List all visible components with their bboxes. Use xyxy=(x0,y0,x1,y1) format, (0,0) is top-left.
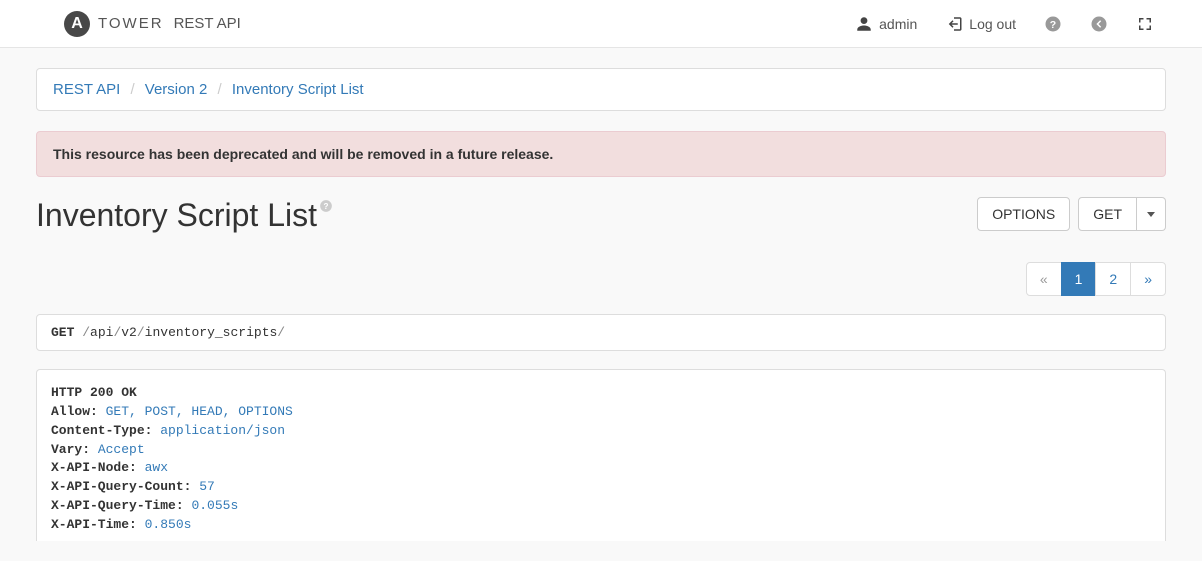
expand-icon xyxy=(1136,15,1154,33)
user-menu[interactable]: admin xyxy=(841,0,931,47)
pagination-next[interactable]: » xyxy=(1130,262,1166,296)
breadcrumb-item-current[interactable]: Inventory Script List xyxy=(232,81,364,98)
breadcrumb-item-version[interactable]: Version 2 xyxy=(145,81,208,98)
pagination-page-1[interactable]: 1 xyxy=(1061,262,1097,296)
options-button[interactable]: OPTIONS xyxy=(977,197,1070,231)
logout-label: Log out xyxy=(969,16,1016,32)
response-header-key: X-API-Query-Time: xyxy=(51,498,191,513)
breadcrumb-sep: / xyxy=(124,81,140,98)
response-header-key: X-API-Time: xyxy=(51,517,145,532)
get-button[interactable]: GET xyxy=(1078,197,1137,231)
response-header-key: X-API-Query-Count: xyxy=(51,479,199,494)
pagination-prev[interactable]: « xyxy=(1026,262,1062,296)
help-icon[interactable]: ? xyxy=(319,199,333,218)
user-icon xyxy=(855,15,873,33)
response-header-value: application/json xyxy=(160,423,285,438)
response-header-line: X-API-Query-Time: 0.055s xyxy=(51,497,1151,516)
response-header-line: Vary: Accept xyxy=(51,441,1151,460)
logout-icon xyxy=(945,15,963,33)
back-arrow-icon xyxy=(1090,15,1108,33)
response-header-line: X-API-Time: 0.850s xyxy=(51,516,1151,535)
brand-tower-text: TOWER xyxy=(98,15,164,32)
request-path: /api/v2/inventory_scripts/ xyxy=(82,325,285,340)
response-header-value: 57 xyxy=(199,479,215,494)
pagination: « 1 2 » xyxy=(36,262,1166,296)
back-button[interactable] xyxy=(1076,0,1122,47)
response-header-key: X-API-Node: xyxy=(51,460,145,475)
brand-badge-icon: A xyxy=(64,11,90,37)
response-header-line: Allow: GET, POST, HEAD, OPTIONS xyxy=(51,403,1151,422)
response-panel: HTTP 200 OK Allow: GET, POST, HEAD, OPTI… xyxy=(36,369,1166,541)
response-header-value: awx xyxy=(145,460,168,475)
page-header: Inventory Script List ? OPTIONS GET xyxy=(36,197,1166,234)
action-buttons: OPTIONS GET xyxy=(977,197,1166,231)
pagination-page-2[interactable]: 2 xyxy=(1095,262,1131,296)
response-header-line: X-API-Query-Count: 57 xyxy=(51,478,1151,497)
response-header-value: 0.850s xyxy=(145,517,192,532)
svg-text:?: ? xyxy=(324,202,329,211)
logout-button[interactable]: Log out xyxy=(931,0,1030,47)
user-label: admin xyxy=(879,16,917,32)
deprecation-alert: This resource has been deprecated and wi… xyxy=(36,131,1166,177)
response-header-key: Allow: xyxy=(51,404,106,419)
response-header-key: Content-Type: xyxy=(51,423,160,438)
help-icon: ? xyxy=(1044,15,1062,33)
page-title: Inventory Script List ? xyxy=(36,197,333,234)
svg-text:?: ? xyxy=(1050,18,1056,30)
get-button-group: GET xyxy=(1078,197,1166,231)
get-dropdown-toggle[interactable] xyxy=(1137,197,1166,231)
response-header-value: Accept xyxy=(98,442,145,457)
breadcrumb: REST API / Version 2 / Inventory Script … xyxy=(36,68,1166,111)
request-panel: GET /api/v2/inventory_scripts/ xyxy=(36,314,1166,351)
response-header-line: X-API-Node: awx xyxy=(51,459,1151,478)
fullscreen-button[interactable] xyxy=(1122,0,1202,47)
response-header-value: 0.055s xyxy=(191,498,238,513)
breadcrumb-sep: / xyxy=(212,81,228,98)
brand-restapi-text: REST API xyxy=(174,15,241,32)
response-header-value: GET, POST, HEAD, OPTIONS xyxy=(106,404,293,419)
request-method: GET xyxy=(51,325,74,340)
response-header-line: Content-Type: application/json xyxy=(51,422,1151,441)
response-header-key: Vary: xyxy=(51,442,98,457)
help-button[interactable]: ? xyxy=(1030,0,1076,47)
page-title-text: Inventory Script List xyxy=(36,197,317,234)
breadcrumb-item-restapi[interactable]: REST API xyxy=(53,81,120,98)
response-status: HTTP 200 OK xyxy=(51,385,137,400)
brand[interactable]: A TOWER REST API xyxy=(64,11,241,37)
chevron-down-icon xyxy=(1147,212,1155,217)
topbar: A TOWER REST API admin Log out ? xyxy=(0,0,1202,48)
main-container: REST API / Version 2 / Inventory Script … xyxy=(0,48,1202,561)
